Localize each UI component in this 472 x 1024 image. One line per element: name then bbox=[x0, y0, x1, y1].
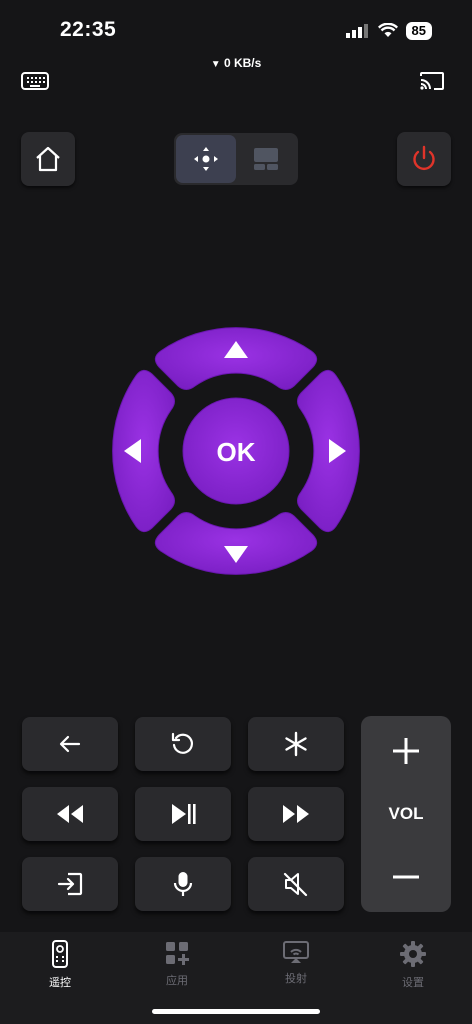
tab-settings-label: 设置 bbox=[402, 977, 424, 989]
download-arrow-icon: ▼ bbox=[210, 59, 221, 70]
status-time: 22:35 bbox=[60, 18, 117, 41]
apps-icon bbox=[166, 942, 189, 965]
play-pause-button[interactable] bbox=[135, 787, 231, 841]
dpad-right-button[interactable] bbox=[297, 369, 360, 533]
keyboard-icon bbox=[21, 72, 49, 90]
ok-button[interactable]: OK bbox=[182, 397, 290, 505]
home-icon bbox=[36, 146, 60, 172]
settings-icon bbox=[400, 941, 426, 967]
tab-settings[interactable]: 设置 bbox=[383, 940, 443, 990]
power-button[interactable] bbox=[397, 132, 451, 186]
mute-button[interactable] bbox=[248, 857, 344, 911]
touchpad-icon bbox=[254, 148, 278, 170]
move-arrows-icon bbox=[194, 147, 218, 171]
fast-forward-button[interactable] bbox=[248, 787, 344, 841]
input-icon bbox=[57, 872, 83, 896]
play-pause-icon bbox=[172, 804, 196, 824]
back-button[interactable] bbox=[22, 717, 118, 771]
cast-button[interactable] bbox=[418, 70, 450, 94]
keyboard-button[interactable] bbox=[20, 70, 52, 94]
tab-screen-cast[interactable]: 投射 bbox=[266, 940, 326, 986]
remote-icon bbox=[52, 940, 68, 968]
mode-selector bbox=[174, 133, 298, 185]
dpad-up-button[interactable] bbox=[154, 327, 318, 390]
volume-rocker: VOL bbox=[361, 716, 451, 912]
options-button[interactable] bbox=[248, 717, 344, 771]
replay-icon bbox=[171, 732, 194, 754]
signal-icon bbox=[345, 24, 368, 38]
tab-remote[interactable]: 遥控 bbox=[30, 940, 90, 990]
voice-button[interactable] bbox=[135, 857, 231, 911]
ok-label: OK bbox=[217, 437, 256, 467]
cast-icon bbox=[420, 72, 444, 90]
touchpad-mode-button[interactable] bbox=[236, 135, 296, 183]
mute-icon bbox=[283, 872, 308, 897]
home-indicator[interactable] bbox=[152, 1009, 320, 1014]
dpad-down-button[interactable] bbox=[154, 512, 318, 575]
dpad: OK bbox=[112, 327, 360, 575]
tab-apps[interactable]: 应用 bbox=[147, 940, 207, 988]
network-speed-value: 0 KB/s bbox=[223, 56, 262, 70]
input-button[interactable] bbox=[22, 857, 118, 911]
volume-up-icon[interactable] bbox=[389, 734, 423, 768]
home-button[interactable] bbox=[21, 132, 75, 186]
dpad-left-button[interactable] bbox=[112, 369, 175, 533]
battery-indicator: 85 bbox=[405, 22, 432, 40]
mic-icon bbox=[173, 872, 193, 896]
wifi-icon bbox=[377, 23, 398, 37]
tab-apps-label: 应用 bbox=[166, 975, 188, 987]
power-icon bbox=[413, 145, 435, 170]
tab-remote-label: 遥控 bbox=[49, 977, 71, 989]
volume-label: VOL bbox=[388, 804, 424, 823]
replay-button[interactable] bbox=[135, 717, 231, 771]
dpad-mode-button[interactable] bbox=[176, 135, 236, 183]
volume-down-icon[interactable] bbox=[389, 860, 423, 894]
fast-forward-icon bbox=[283, 805, 309, 823]
rewind-button[interactable] bbox=[22, 787, 118, 841]
tab-screen-cast-label: 投射 bbox=[285, 973, 307, 985]
network-speed: ▼ 0 KB/s bbox=[0, 56, 472, 70]
back-icon bbox=[59, 735, 81, 753]
options-icon bbox=[285, 731, 307, 757]
rewind-icon bbox=[57, 805, 83, 823]
status-icons: 85 bbox=[345, 22, 432, 40]
screen-cast-icon bbox=[283, 941, 309, 963]
